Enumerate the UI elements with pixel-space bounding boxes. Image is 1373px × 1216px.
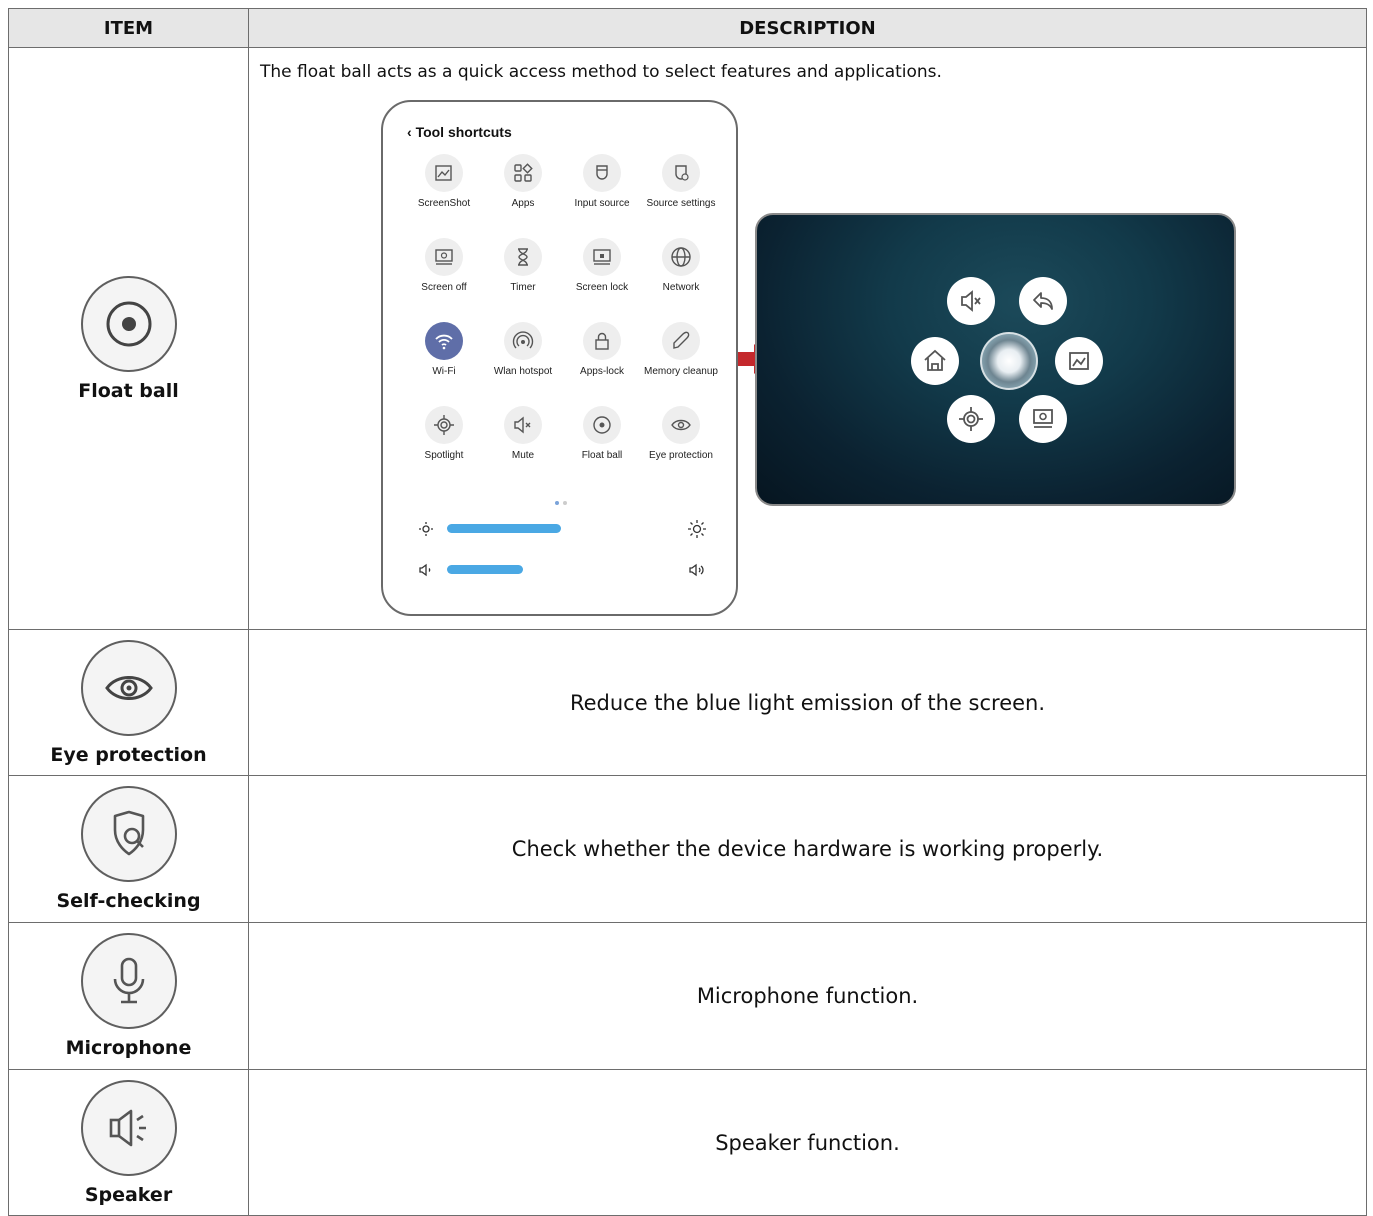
tile-label: Apps: [511, 198, 535, 209]
table-row: Microphone Microphone function.: [8, 922, 1367, 1070]
tile-label: ScreenShot: [417, 198, 471, 209]
back-chevron-icon[interactable]: ‹: [407, 124, 412, 140]
item-cell: Eye protection: [8, 629, 249, 776]
screenshot-icon: [425, 154, 463, 192]
item-cell: Float ball: [8, 47, 249, 630]
feature-table: ITEM DESCRIPTION Float ball The float ba…: [8, 8, 1367, 1216]
brightness-high-icon: [687, 519, 707, 543]
screen-off-icon: [425, 238, 463, 276]
volume-low-icon: [417, 561, 435, 583]
tile-network[interactable]: Network: [640, 238, 722, 293]
page-indicator: [555, 490, 571, 509]
item-name: Float ball: [78, 379, 179, 402]
brightness-slider[interactable]: [447, 524, 561, 533]
tool-shortcuts-panel: ‹ Tool shortcuts ScreenShot Apps Input s…: [381, 100, 738, 616]
screenshot-icon[interactable]: [1055, 337, 1103, 385]
hotspot-icon: [504, 322, 542, 360]
table-row: Speaker Speaker function.: [8, 1069, 1367, 1216]
volume-slider[interactable]: [447, 565, 523, 574]
panel-title[interactable]: ‹ Tool shortcuts: [407, 124, 512, 140]
tile-label: Input source: [574, 198, 630, 209]
eye-icon: [80, 639, 177, 736]
tile-label: Mute: [511, 450, 535, 461]
tile-screen-off[interactable]: Screen off: [403, 238, 485, 293]
header-item: ITEM: [8, 8, 249, 48]
header-description: DESCRIPTION: [248, 8, 1367, 48]
home-icon[interactable]: [911, 337, 959, 385]
tile-label: Source settings: [646, 198, 716, 209]
item-cell: Self-checking: [8, 775, 249, 923]
description-cell: Speaker function.: [248, 1069, 1367, 1216]
float-ball-icon: [583, 406, 621, 444]
tile-screen-lock[interactable]: Screen lock: [561, 238, 643, 293]
volume-high-icon: [687, 561, 707, 583]
tile-label: Screen lock: [575, 282, 629, 293]
float-ball-icon: [80, 275, 177, 372]
tile-label: Timer: [510, 282, 536, 293]
apps-icon: [504, 154, 542, 192]
item-name: Eye protection: [50, 743, 207, 766]
tile-memory-cleanup[interactable]: Memory cleanup: [640, 322, 722, 377]
float-ball-center[interactable]: [980, 332, 1038, 390]
shield-search-icon: [80, 786, 177, 882]
speaker-icon: [80, 1079, 177, 1176]
apps-lock-icon: [583, 322, 621, 360]
panel-title-text: Tool shortcuts: [415, 124, 512, 140]
network-icon: [662, 238, 700, 276]
timer-icon: [504, 238, 542, 276]
tile-label: Wlan hotspot: [493, 366, 553, 377]
microphone-icon: [80, 933, 177, 1029]
tile-wifi[interactable]: Wi-Fi: [403, 322, 485, 377]
tile-timer[interactable]: Timer: [482, 238, 564, 293]
eye-icon: [662, 406, 700, 444]
brightness-low-icon: [417, 520, 435, 542]
mute-icon: [504, 406, 542, 444]
tile-label: Network: [662, 282, 700, 293]
item-cell: Speaker: [8, 1069, 249, 1216]
description-text: The float ball acts as a quick access me…: [260, 62, 942, 82]
description-cell: The float ball acts as a quick access me…: [248, 47, 1367, 630]
description-cell: Microphone function.: [248, 922, 1367, 1070]
tile-source-settings[interactable]: Source settings: [640, 154, 722, 209]
item-cell: Microphone: [8, 922, 249, 1070]
tile-label: Spotlight: [424, 450, 464, 461]
item-name: Microphone: [65, 1037, 192, 1059]
spotlight-icon[interactable]: [947, 395, 995, 443]
tile-label: Float ball: [581, 450, 623, 461]
wifi-icon: [425, 322, 463, 360]
description-cell: Reduce the blue light emission of the sc…: [248, 629, 1367, 776]
mute-icon[interactable]: [947, 277, 995, 325]
table-row: Eye protection Reduce the blue light emi…: [8, 629, 1367, 776]
source-settings-icon: [662, 154, 700, 192]
tile-label: Eye protection: [649, 450, 713, 461]
description-cell: Check whether the device hardware is wor…: [248, 775, 1367, 923]
tile-label: Memory cleanup: [644, 366, 718, 377]
tile-mute[interactable]: Mute: [482, 406, 564, 461]
tile-label: Apps-lock: [580, 366, 624, 377]
tile-spotlight[interactable]: Spotlight: [403, 406, 485, 461]
input-source-icon: [583, 154, 621, 192]
screen-off-icon[interactable]: [1019, 395, 1067, 443]
tile-wlan-hotspot[interactable]: Wlan hotspot: [482, 322, 564, 377]
float-ball-menu-preview: [755, 213, 1236, 506]
tile-input-source[interactable]: Input source: [561, 154, 643, 209]
table-row: Self-checking Check whether the device h…: [8, 775, 1367, 923]
memory-cleanup-icon: [662, 322, 700, 360]
screen-lock-icon: [583, 238, 621, 276]
back-icon[interactable]: [1019, 277, 1067, 325]
item-name: Self-checking: [56, 890, 201, 912]
tile-screenshot[interactable]: ScreenShot: [403, 154, 485, 209]
item-name: Speaker: [84, 1183, 173, 1206]
tile-label: Screen off: [421, 282, 467, 293]
tile-eye-protection[interactable]: Eye protection: [640, 406, 722, 461]
table-row: Float ball The float ball acts as a quic…: [8, 47, 1367, 630]
spotlight-icon: [425, 406, 463, 444]
tile-label: Wi-Fi: [432, 366, 456, 377]
tile-apps-lock[interactable]: Apps-lock: [561, 322, 643, 377]
tile-float-ball[interactable]: Float ball: [561, 406, 643, 461]
tile-apps[interactable]: Apps: [482, 154, 564, 209]
